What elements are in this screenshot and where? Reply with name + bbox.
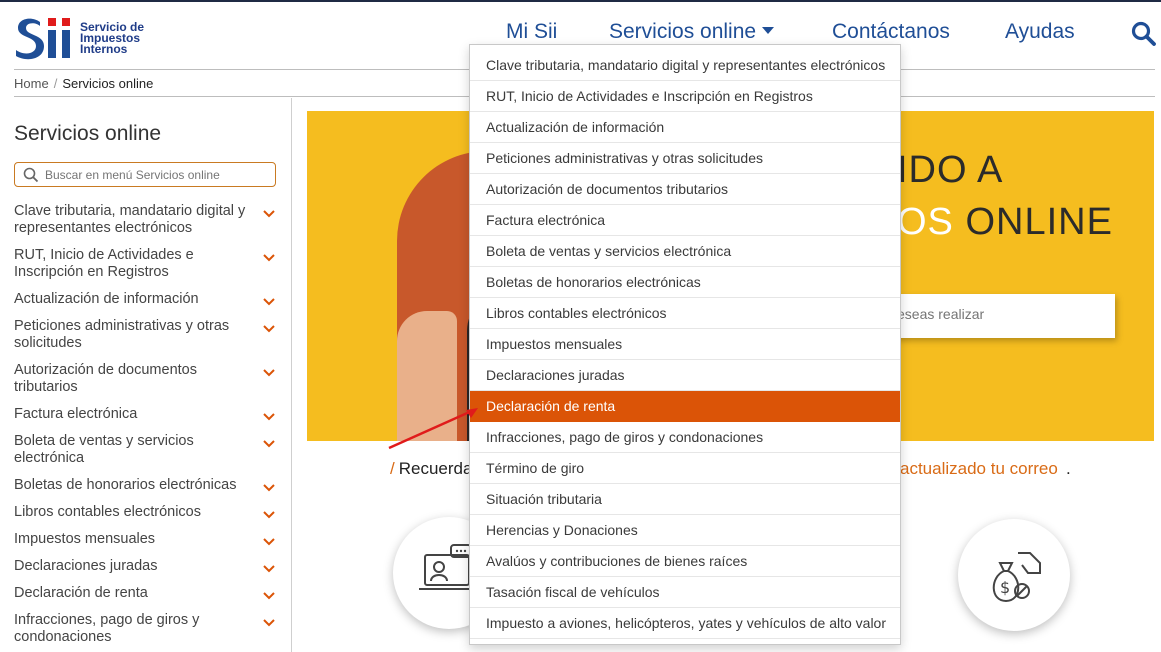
sidebar-item-label: Boletas de honorarios electrónicas	[14, 477, 237, 493]
sidebar-item[interactable]: Autorización de documentos tributarios	[14, 362, 276, 396]
dropdown-item[interactable]: Libros contables electrónicos	[470, 298, 900, 329]
sidebar-item-label: Autorización de documentos tributarios	[14, 362, 197, 395]
sii-logo-mark	[16, 18, 70, 60]
nav-mi-sii[interactable]: Mi Sii	[506, 20, 557, 44]
hero-search-box[interactable]	[887, 294, 1115, 338]
notice-end: .	[1066, 459, 1071, 478]
dropdown-item[interactable]: Autorización de documentos tributarios	[470, 174, 900, 205]
logo-line-3: Internos	[80, 42, 128, 56]
sidebar-item[interactable]: Clave tributaria, mandatario digital y r…	[14, 203, 276, 237]
sidebar-item[interactable]: Boleta de ventas y servicios electrónica	[14, 433, 276, 467]
sidebar-item[interactable]: Infracciones, pago de giros y condonacio…	[14, 612, 276, 646]
search-icon[interactable]	[1131, 21, 1157, 47]
caret-down-icon	[762, 27, 775, 34]
chevron-down-icon[interactable]	[262, 437, 276, 451]
sidebar-item-label: Boleta de ventas y servicios electrónica	[14, 433, 194, 466]
money-bag-hand-icon: $	[992, 552, 1041, 603]
svg-text:$: $	[1000, 578, 1010, 597]
dropdown-item[interactable]: Actualización de información	[470, 112, 900, 143]
dropdown-item[interactable]: Impuesto a aviones, helicópteros, yates …	[470, 608, 900, 639]
sidebar-item-label: Declaración de renta	[14, 585, 148, 601]
sidebar-item[interactable]: RUT, Inicio de Actividades e Inscripción…	[14, 247, 276, 281]
sidebar-item-label: Infracciones, pago de giros y condonacio…	[14, 612, 200, 645]
top-border	[0, 0, 1161, 2]
chevron-down-icon[interactable]	[262, 589, 276, 603]
servicios-online-dropdown: Clave tributaria, mandatario digital y r…	[469, 44, 901, 645]
dropdown-item[interactable]: Término de giro	[470, 453, 900, 484]
hero-title-rest: ONLINE	[953, 201, 1113, 243]
dropdown-item[interactable]: Tasación fiscal de vehículos	[470, 577, 900, 608]
sidebar-item[interactable]: Peticiones administrativas y otras solic…	[14, 318, 276, 352]
sidebar-item-label: Libros contables electrónicos	[14, 504, 201, 520]
sidebar-item[interactable]: Declaración de renta	[14, 585, 276, 602]
chevron-down-icon[interactable]	[262, 616, 276, 630]
nav-servicios-online-label: Servicios online	[609, 20, 757, 43]
hero-person-arm	[397, 311, 457, 441]
sidebar-item[interactable]: Libros contables electrónicos	[14, 504, 276, 521]
hero-title-highlight: OS	[897, 201, 954, 243]
dropdown-item[interactable]: Situación tributaria	[470, 484, 900, 515]
chevron-down-icon[interactable]	[262, 481, 276, 495]
sidebar-item-label: Factura electrónica	[14, 406, 138, 422]
dropdown-item[interactable]: Avalúos y contribuciones de bienes raíce…	[470, 546, 900, 577]
breadcrumb-home[interactable]: Home	[14, 76, 49, 91]
notice-text: / Recuerda	[390, 459, 472, 479]
dropdown-item[interactable]: Impuestos mensuales	[470, 329, 900, 360]
sidebar-item[interactable]: Actualización de información	[14, 291, 276, 308]
chevron-down-icon[interactable]	[262, 535, 276, 549]
sidebar-item-label: Impuestos mensuales	[14, 531, 156, 547]
sidebar-item[interactable]: Boletas de honorarios electrónicas	[14, 477, 276, 494]
notice-slash: /	[390, 459, 395, 478]
breadcrumb: Home / Servicios online	[14, 76, 153, 91]
sidebar-item-label: Declaraciones juradas	[14, 558, 158, 574]
money-bag-tile[interactable]: $	[958, 519, 1070, 631]
sidebar-search-input[interactable]	[45, 165, 270, 184]
chevron-down-icon[interactable]	[262, 562, 276, 576]
dropdown-item[interactable]: Clave tributaria, mandatario digital y r…	[470, 50, 900, 81]
chevron-down-icon[interactable]	[262, 295, 276, 309]
notice-link[interactable]: actualizado tu correo	[900, 459, 1058, 479]
notice-label: Recuerda	[398, 459, 473, 478]
dropdown-item[interactable]: Declaraciones juradas	[470, 360, 900, 391]
dropdown-item[interactable]: Factura electrónica	[470, 205, 900, 236]
sidebar-search[interactable]	[14, 162, 276, 187]
dropdown-item-active[interactable]: Declaración de renta	[470, 391, 900, 422]
chevron-down-icon[interactable]	[262, 207, 276, 221]
search-icon	[23, 167, 39, 183]
nav-contactanos[interactable]: Contáctanos	[832, 20, 950, 44]
dropdown-item[interactable]: Peticiones administrativas y otras solic…	[470, 143, 900, 174]
hero-title-line-2: OS ONLINE	[897, 201, 1113, 244]
chevron-down-icon[interactable]	[262, 366, 276, 380]
chevron-down-icon[interactable]	[262, 410, 276, 424]
sidebar-item-label: RUT, Inicio de Actividades e Inscripción…	[14, 247, 194, 280]
breadcrumb-separator: /	[53, 76, 58, 91]
chevron-down-icon[interactable]	[262, 251, 276, 265]
dropdown-item[interactable]: Boleta de ventas y servicios electrónica	[470, 236, 900, 267]
nav-servicios-online[interactable]: Servicios online	[609, 20, 775, 44]
dropdown-item[interactable]: Infracciones, pago de giros y condonacio…	[470, 422, 900, 453]
sidebar-item-label: Peticiones administrativas y otras solic…	[14, 318, 230, 351]
logo-text: Servicio de Impuestos Internos	[80, 21, 144, 56]
dropdown-item[interactable]: Herencias y Donaciones	[470, 515, 900, 546]
sidebar-item[interactable]: Factura electrónica	[14, 406, 276, 423]
dropdown-item[interactable]: RUT, Inicio de Actividades e Inscripción…	[470, 81, 900, 112]
hero-title-line-1: IDO A	[897, 149, 1004, 191]
hero-search-input[interactable]	[897, 306, 1097, 322]
sidebar-item[interactable]: Declaraciones juradas	[14, 558, 276, 575]
sidebar-item-label: Actualización de información	[14, 291, 199, 307]
sidebar-divider	[291, 98, 292, 652]
chevron-down-icon[interactable]	[262, 322, 276, 336]
sidebar-title: Servicios online	[14, 122, 162, 145]
breadcrumb-current: Servicios online	[62, 76, 154, 91]
nav-ayudas[interactable]: Ayudas	[1005, 20, 1075, 44]
dropdown-item[interactable]: Boletas de honorarios electrónicas	[470, 267, 900, 298]
sidebar-item-label: Clave tributaria, mandatario digital y r…	[14, 203, 246, 236]
chevron-down-icon[interactable]	[262, 508, 276, 522]
sidebar-item[interactable]: Impuestos mensuales	[14, 531, 276, 548]
